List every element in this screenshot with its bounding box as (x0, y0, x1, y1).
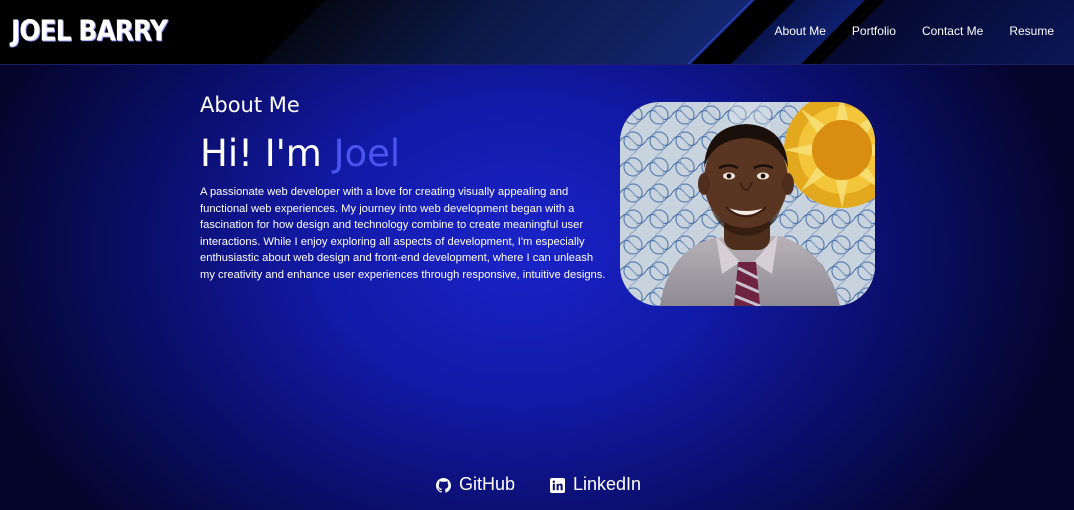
greeting-heading: Hi! I'm Joel (200, 132, 400, 175)
nav-resume[interactable]: Resume (1009, 24, 1054, 38)
greeting-prefix: Hi! I'm (200, 132, 334, 175)
github-link[interactable]: GitHub (436, 474, 515, 495)
github-icon (436, 477, 451, 493)
page: Joel Barry About Me Portfolio Contact Me… (0, 0, 1074, 510)
bio-paragraph: A passionate web developer with a love f… (200, 186, 606, 281)
section-title: About Me (200, 93, 300, 117)
header-decor-stripe (245, 0, 765, 64)
nav-contact-me[interactable]: Contact Me (922, 24, 983, 38)
nav-portfolio[interactable]: Portfolio (852, 24, 896, 38)
site-header: Joel Barry About Me Portfolio Contact Me… (0, 0, 1074, 65)
linkedin-label: LinkedIn (573, 474, 642, 494)
greeting-name: Joel (333, 132, 401, 175)
site-logo[interactable]: Joel Barry (11, 14, 168, 47)
main-nav: About Me Portfolio Contact Me Resume (775, 24, 1054, 38)
linkedin-link[interactable]: LinkedIn (550, 474, 641, 495)
github-label: GitHub (459, 474, 516, 494)
nav-about-me[interactable]: About Me (775, 24, 826, 38)
linkedin-icon (550, 477, 565, 493)
profile-photo (620, 102, 875, 306)
